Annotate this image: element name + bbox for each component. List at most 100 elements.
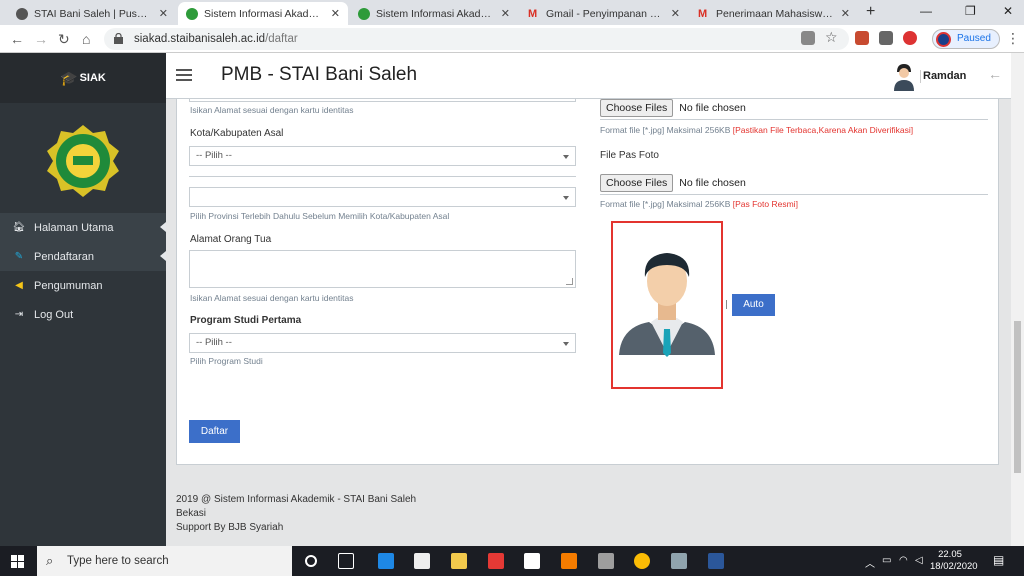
address-toolbar: ← → ↻ ⌂ siakad.staibanisaleh.ac.id/dafta… (0, 25, 1024, 53)
file-upload-photo[interactable]: Choose Files No file chosen (600, 174, 746, 192)
volume-icon[interactable]: ◁ (915, 555, 923, 566)
page-title: PMB - STAI Bani Saleh (221, 64, 418, 85)
app-icon[interactable] (671, 553, 687, 569)
program-select[interactable]: -- Pilih -- (189, 333, 576, 353)
brand-logo[interactable]: 🎓 SIAK (0, 53, 166, 103)
forward-arrow-icon[interactable]: → (34, 31, 48, 47)
app-icon[interactable] (598, 553, 614, 569)
profile-avatar (936, 32, 951, 47)
wifi-icon[interactable]: ◠ (899, 555, 908, 566)
word-icon[interactable] (708, 553, 724, 569)
browser-tab[interactable]: Sistem Informasi Akademik - S ✕ (350, 2, 518, 25)
task-view-icon[interactable] (338, 553, 354, 569)
url-host: siakad.staibanisaleh.ac.id (134, 33, 266, 45)
submit-daftar-button[interactable]: Daftar (189, 420, 240, 443)
form-divider (600, 194, 988, 195)
home-icon[interactable]: ⌂ (82, 31, 90, 47)
separator (726, 300, 727, 309)
close-tab-icon[interactable]: ✕ (159, 7, 168, 20)
windows-taskbar: ⌕ Type here to search ︿ ▭ ◠ ◁ 22.05 18/0… (0, 546, 1024, 576)
sidebar-menu: 🏠︎ Halaman Utama ✎ Pendaftaran ◀ Pengumu… (0, 213, 166, 329)
mail-icon[interactable] (524, 553, 540, 569)
close-tab-icon[interactable]: ✕ (841, 7, 850, 20)
profile-paused-button[interactable]: Paused (932, 29, 1000, 49)
browser-tab[interactable]: STAI Bani Saleh | Pusat Inovasi ✕ (8, 2, 176, 25)
extension-icon[interactable] (879, 31, 893, 45)
search-icon: ⌕ (46, 553, 54, 568)
file-help-text: Format file [*.jpg] Maksimal 256KB [Past… (600, 125, 914, 135)
url-path: /daftar (265, 33, 298, 45)
page-footer: 2019 @ Sistem Informasi Akademik - STAI … (176, 494, 417, 533)
auto-button[interactable]: Auto (732, 294, 775, 316)
user-avatar[interactable] (892, 63, 916, 91)
sidebar-item-pengumuman[interactable]: ◀ Pengumuman (0, 271, 166, 300)
browser-tab[interactable]: M Penerimaan Mahasiswa Baru [I ✕ (690, 2, 858, 25)
sidebar-item-halaman-utama[interactable]: 🏠︎ Halaman Utama (0, 213, 166, 242)
battery-icon[interactable]: ▭ (882, 555, 891, 566)
tray-chevron-icon[interactable]: ︿ (865, 555, 875, 570)
program-label: Program Studi Pertama (190, 315, 302, 326)
xampp-icon[interactable] (561, 553, 577, 569)
photo-preview (611, 221, 723, 389)
app-header: PMB - STAI Bani Saleh Ramdan ← (166, 53, 1011, 99)
parent-address-help-text: Isikan Alamat sesuai dengan kartu identi… (190, 293, 354, 303)
scrollbar-thumb[interactable] (1014, 321, 1021, 473)
globe-icon (16, 7, 28, 20)
browser-tab[interactable]: M Gmail - Penyimpanan dan Ema ✕ (520, 2, 688, 25)
browser-tab-bar: STAI Bani Saleh | Pusat Inovasi ✕ Sistem… (0, 0, 1024, 25)
new-tab-icon[interactable]: + (866, 3, 875, 21)
edge-browser-icon[interactable] (378, 553, 394, 569)
restore-icon[interactable]: ❐ (965, 4, 976, 18)
choose-files-button[interactable]: Choose Files (600, 99, 674, 117)
url-bar[interactable]: siakad.staibanisaleh.ac.id/daftar (104, 28, 849, 50)
sidebar-item-log-out[interactable]: ⇥ Log Out (0, 300, 166, 329)
site-favicon-icon (358, 7, 370, 20)
close-tab-icon[interactable]: ✕ (671, 7, 680, 20)
gmail-icon: M (528, 7, 538, 20)
parent-address-label: Alamat Orang Tua (190, 234, 272, 245)
bookmark-star-icon[interactable]: ☆ (825, 29, 838, 46)
edit-icon: ✎ (14, 251, 24, 262)
notification-icon[interactable]: ▤ (993, 553, 1004, 567)
app-icon[interactable] (488, 553, 504, 569)
store-icon[interactable] (414, 553, 430, 569)
megaphone-icon: ◀ (15, 280, 23, 291)
minimize-icon[interactable]: — (920, 4, 932, 18)
file-upload-document[interactable]: Choose Files No file chosen (600, 99, 746, 117)
browser-tab-active[interactable]: Sistem Informasi Akademik - S ✕ (178, 2, 348, 25)
opera-extension-icon[interactable] (903, 31, 917, 45)
address-textarea[interactable] (189, 99, 576, 102)
person-placeholder-icon (619, 253, 715, 357)
user-name[interactable]: Ramdan (919, 70, 966, 83)
province-select[interactable] (189, 187, 576, 207)
choose-files-button[interactable]: Choose Files (600, 174, 674, 192)
close-tab-icon[interactable]: ✕ (501, 7, 510, 20)
aside-toggle-arrow-icon[interactable]: ← (988, 66, 1002, 82)
site-favicon-icon (186, 7, 198, 20)
parent-address-textarea[interactable] (189, 250, 576, 288)
city-select[interactable]: -- Pilih -- (189, 146, 576, 166)
taskbar-clock[interactable]: 22.05 18/02/2020 (930, 549, 978, 573)
cortana-icon[interactable] (305, 555, 317, 567)
sidebar: 🎓 SIAK 🏠︎ Halaman Utama ✎ Pendaftaran ◀ … (0, 53, 166, 546)
logout-icon: ⇥ (14, 309, 24, 320)
translate-icon[interactable] (801, 31, 815, 45)
close-window-icon[interactable]: ✕ (1003, 4, 1013, 18)
lock-icon (114, 33, 123, 44)
file-explorer-icon[interactable] (451, 553, 467, 569)
menu-kebab-icon[interactable]: ⋮ (1006, 30, 1020, 47)
province-help-text: Pilih Provinsi Terlebih Dahulu Sebelum M… (190, 211, 450, 221)
back-arrow-icon[interactable]: ← (10, 31, 24, 47)
taskbar-search-box[interactable]: ⌕ Type here to search (37, 546, 292, 576)
home-icon: 🏠︎ (12, 222, 26, 233)
pdf-extension-icon[interactable] (855, 31, 869, 45)
close-tab-icon[interactable]: ✕ (331, 7, 340, 20)
hamburger-menu-icon[interactable] (176, 69, 192, 81)
program-help-text: Pilih Program Studi (190, 356, 263, 366)
page-scrollbar[interactable] (1011, 53, 1024, 546)
windows-start-icon[interactable] (11, 555, 24, 568)
reload-icon[interactable]: ↻ (58, 31, 70, 48)
sidebar-item-pendaftaran[interactable]: ✎ Pendaftaran (0, 242, 166, 271)
address-help-text: Isikan Alamat sesuai dengan kartu identi… (190, 105, 354, 115)
chrome-icon[interactable] (634, 553, 650, 569)
